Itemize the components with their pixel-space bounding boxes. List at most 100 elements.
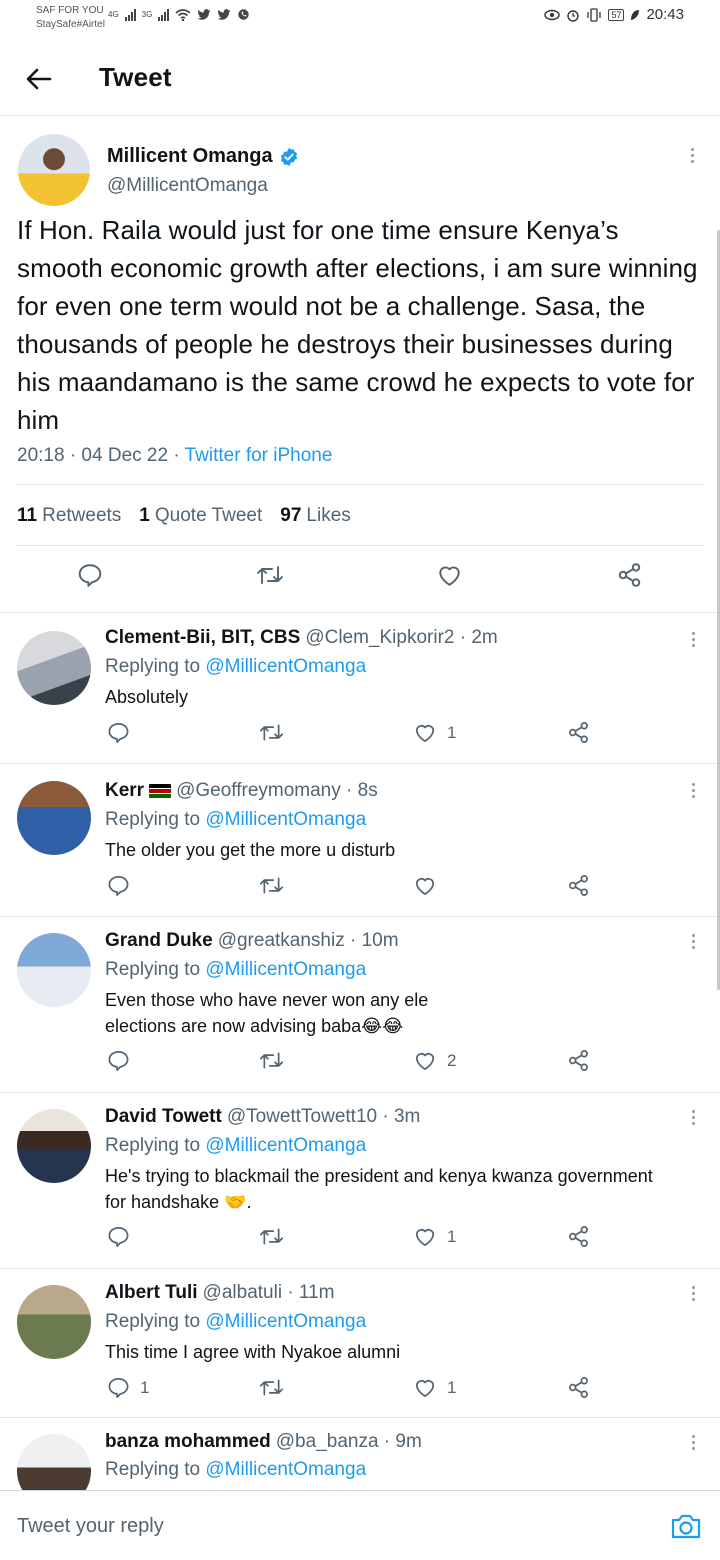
share-button[interactable] — [567, 1225, 590, 1248]
retweet-button[interactable] — [259, 1225, 284, 1248]
more-icon[interactable] — [683, 629, 703, 649]
reply-button[interactable] — [107, 1049, 140, 1072]
reply-author-handle[interactable]: @greatkanshiz · 10m — [218, 930, 399, 952]
wifi-icon — [175, 8, 191, 21]
reply-tweet[interactable]: Kerr @Geoffreymomany · 8s Replying to @Mi… — [0, 763, 720, 916]
mention-link[interactable]: @MillicentOmanga — [205, 1311, 366, 1332]
like-button[interactable]: 1 — [413, 1376, 456, 1399]
reply-tweet[interactable]: banza mohammed @ba_banza · 9m Replying to… — [0, 1417, 720, 1490]
page-title: Tweet — [99, 62, 172, 92]
mention-link[interactable]: @MillicentOmanga — [205, 809, 366, 830]
avatar[interactable] — [17, 933, 91, 1007]
like-button[interactable]: 1 — [413, 721, 456, 744]
reply-button[interactable] — [107, 874, 140, 897]
author-name-row[interactable]: Millicent Omanga — [107, 145, 299, 168]
reply-author-handle[interactable]: @ba_banza · 9m — [276, 1431, 422, 1453]
share-button[interactable] — [616, 562, 643, 588]
camera-button[interactable] — [670, 1511, 702, 1543]
reply-tweet[interactable]: Albert Tuli @albatuli · 11m Replying to @… — [0, 1268, 720, 1417]
reply-author-handle[interactable]: @Geoffreymomany · 8s — [176, 780, 378, 802]
share-button[interactable] — [567, 1049, 590, 1072]
reply-author-name[interactable]: Grand Duke — [105, 930, 213, 952]
mention-link[interactable]: @MillicentOmanga — [205, 656, 366, 677]
more-icon[interactable] — [682, 145, 702, 165]
reply-author-handle[interactable]: @TowettTowett10 · 3m — [227, 1106, 421, 1128]
like-icon — [415, 1380, 435, 1397]
mention-link[interactable]: @MillicentOmanga — [205, 1135, 366, 1156]
mention-link[interactable]: @MillicentOmanga — [205, 1459, 366, 1480]
status-bar: SAF FOR YOU StaySafe#Airtel 4G 3G 57 20:… — [0, 0, 720, 36]
reply-tweet[interactable]: David Towett @TowettTowett10 · 3m Replyin… — [0, 1092, 720, 1268]
reply-author-name[interactable]: Kerr — [105, 780, 144, 802]
replying-to: Replying to @MillicentOmanga — [105, 809, 366, 831]
share-icon — [569, 1050, 588, 1071]
avatar[interactable] — [18, 134, 90, 206]
carrier-label: SAF FOR YOU StaySafe#Airtel — [36, 4, 105, 32]
replying-prefix: Replying to — [105, 1459, 206, 1480]
share-icon — [569, 722, 588, 743]
like-button[interactable]: 1 — [413, 1225, 456, 1248]
reply-button[interactable] — [77, 562, 103, 588]
like-count: 1 — [447, 1226, 457, 1246]
more-icon[interactable] — [683, 931, 703, 951]
retweet-button[interactable] — [259, 721, 284, 744]
reply-button[interactable] — [107, 721, 140, 744]
avatar[interactable] — [17, 1285, 91, 1359]
likes-stat[interactable]: 97 Likes — [280, 505, 351, 527]
reply-author-name[interactable]: banza mohammed — [105, 1431, 271, 1453]
avatar[interactable] — [17, 781, 91, 855]
reply-button[interactable] — [107, 1225, 140, 1248]
retweet-icon — [259, 877, 284, 894]
retweets-stat[interactable]: 11 Retweets — [17, 505, 121, 527]
retweet-button[interactable] — [259, 1376, 284, 1399]
retweet-button[interactable] — [256, 562, 284, 588]
reply-tweet[interactable]: Grand Duke @greatkanshiz · 10m Replying t… — [0, 916, 720, 1092]
twitter-notification-icon — [197, 8, 211, 20]
reply-text-line: He's trying to blackmail the president a… — [105, 1166, 653, 1186]
share-icon — [569, 875, 588, 896]
more-icon[interactable] — [683, 1283, 703, 1303]
reply-actions — [0, 874, 720, 904]
like-button[interactable] — [436, 562, 463, 588]
avatar[interactable] — [17, 1434, 91, 1490]
share-button[interactable] — [567, 874, 590, 897]
avatar[interactable] — [17, 1109, 91, 1183]
share-button[interactable] — [567, 1376, 590, 1399]
likes-label: Likes — [306, 505, 351, 526]
quotes-stat[interactable]: 1 Quote Tweet — [139, 505, 262, 527]
back-arrow-icon — [26, 68, 52, 90]
share-button[interactable] — [567, 721, 590, 744]
like-icon — [415, 725, 435, 742]
more-icon[interactable] — [683, 1107, 703, 1127]
more-icon[interactable] — [683, 780, 703, 800]
author-name: Millicent Omanga — [107, 145, 273, 167]
retweet-button[interactable] — [259, 1049, 284, 1072]
battery-saver-icon — [631, 9, 640, 20]
like-button[interactable] — [413, 874, 447, 897]
retweet-button[interactable] — [259, 874, 284, 897]
reply-text: The older you get the more u disturb — [105, 840, 396, 860]
reply-button[interactable]: 1 — [107, 1376, 149, 1399]
reply-author-name[interactable]: Albert Tuli — [105, 1282, 198, 1304]
reply-author-handle[interactable]: @albatuli · 11m — [203, 1282, 335, 1304]
back-button[interactable] — [22, 62, 56, 96]
reply-author-handle[interactable]: @Clem_Kipkorir2 · 2m — [305, 627, 497, 649]
mention-link[interactable]: @MillicentOmanga — [205, 959, 366, 980]
like-count: 1 — [447, 722, 457, 742]
retweets-count: 11 — [17, 505, 38, 526]
reply-icon — [78, 564, 102, 587]
like-button[interactable]: 2 — [413, 1049, 456, 1072]
avatar[interactable] — [17, 631, 91, 705]
like-icon — [415, 1229, 435, 1246]
likes-count: 97 — [280, 505, 302, 526]
reply-input[interactable]: Tweet your reply — [17, 1515, 164, 1538]
reply-author-name[interactable]: Clement-Bii, BIT, CBS — [105, 627, 300, 649]
alarm-icon — [567, 9, 580, 22]
tweet-stats: 11 Retweets 1 Quote Tweet 97 Likes — [17, 505, 351, 527]
reply-tweet[interactable]: Clement-Bii, BIT, CBS @Clem_Kipkorir2 · 2… — [0, 612, 720, 763]
author-handle[interactable]: @MillicentOmanga — [107, 175, 268, 197]
reply-author-name[interactable]: David Towett — [105, 1106, 222, 1128]
tweet-source-link[interactable]: Twitter for iPhone — [185, 445, 333, 466]
more-icon[interactable] — [683, 1432, 703, 1452]
signal-icon-2 — [158, 8, 170, 21]
